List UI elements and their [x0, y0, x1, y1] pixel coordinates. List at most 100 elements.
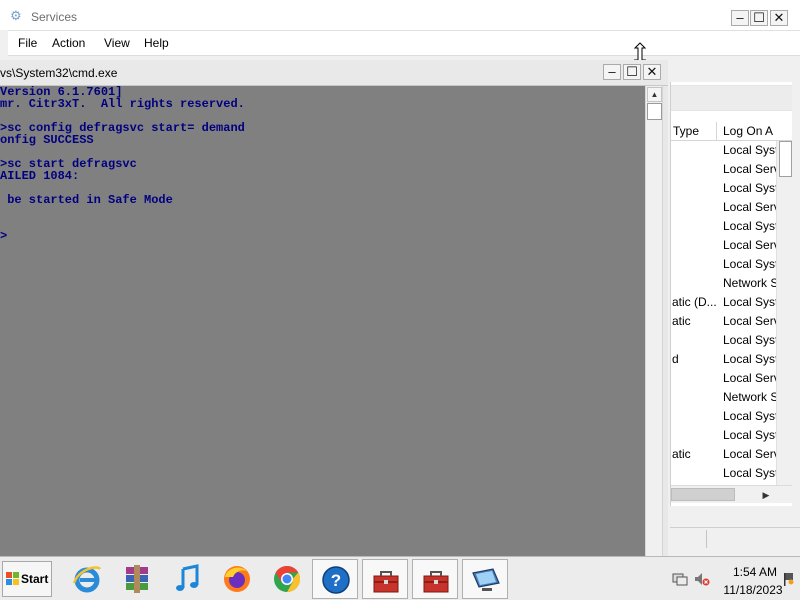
console-line: onfig SUCCESS: [0, 133, 94, 147]
toolbox-icon: [373, 571, 399, 593]
minimize-button[interactable]: –: [731, 10, 749, 26]
menu-bar: File Action View Help: [8, 30, 800, 56]
firefox-icon: [224, 566, 250, 592]
table-row[interactable]: Local Syst: [671, 255, 779, 274]
cell-log-on-as: Local Syst: [723, 257, 779, 271]
system-tray: 1:54 AM 11/18/2023: [664, 559, 800, 599]
cell-log-on-as: Local Serv: [723, 314, 779, 328]
taskbar-internet-explorer[interactable]: [64, 559, 110, 599]
table-row[interactable]: Local Syst: [671, 464, 779, 483]
status-divider: [706, 530, 707, 548]
table-row[interactable]: Local Serv: [671, 160, 779, 179]
table-row[interactable]: atic Local Serv: [671, 312, 779, 331]
services-titlebar[interactable]: ⚙ Services – ☐ ✕: [0, 0, 800, 30]
taskbar-toolbox-1[interactable]: [362, 559, 408, 599]
table-row[interactable]: Network S: [671, 388, 779, 407]
cell-startup-type: d: [672, 352, 679, 366]
itunes-icon: [176, 564, 199, 591]
console-line: be started in Safe Mode: [0, 193, 173, 207]
cell-log-on-as: Local Serv: [723, 238, 779, 252]
action-center-flag-icon[interactable]: [782, 571, 796, 587]
start-button[interactable]: Start: [2, 561, 52, 597]
taskbar-chrome[interactable]: [264, 559, 310, 599]
menu-help[interactable]: Help: [144, 36, 169, 50]
scroll-right-icon[interactable]: ▶: [759, 488, 773, 502]
horizontal-scrollbar[interactable]: ▶: [671, 485, 792, 503]
maximize-button[interactable]: ☐: [750, 10, 768, 26]
taskbar-firefox[interactable]: [214, 559, 260, 599]
cell-log-on-as: Local Syst: [723, 219, 779, 233]
table-row[interactable]: Local Syst: [671, 426, 779, 445]
menu-file[interactable]: File: [18, 36, 37, 50]
cell-log-on-as: Local Syst: [723, 428, 779, 442]
console-line: AILED 1084:: [0, 169, 80, 183]
cmd-window: vs\System32\cmd.exe – ☐ ✕ Version 6.1.76…: [0, 60, 668, 556]
window-border: [662, 86, 668, 556]
status-bar: [670, 527, 800, 551]
console-line: >: [0, 229, 8, 243]
close-button[interactable]: ✕: [643, 64, 661, 80]
svg-text:?: ?: [331, 571, 341, 590]
table-row[interactable]: atic Local Serv: [671, 445, 779, 464]
cell-log-on-as: Local Syst: [723, 466, 779, 480]
maximize-button[interactable]: ☐: [623, 64, 641, 80]
table-row[interactable]: Local Serv: [671, 236, 779, 255]
table-row[interactable]: Local Syst: [671, 407, 779, 426]
minimize-button[interactable]: –: [603, 64, 621, 80]
vertical-scrollbar[interactable]: [776, 141, 792, 485]
column-header-log-on-as[interactable]: Log On A: [718, 122, 778, 141]
table-row[interactable]: Local Syst: [671, 331, 779, 350]
table-row[interactable]: d Local Syst: [671, 350, 779, 369]
cell-log-on-as: Local Syst: [723, 181, 779, 195]
table-row[interactable]: Local Serv: [671, 369, 779, 388]
clock-time[interactable]: 1:54 AM: [724, 565, 786, 579]
table-row[interactable]: Local Syst: [671, 179, 779, 198]
gear-icon: ⚙: [10, 8, 22, 23]
scroll-up-icon[interactable]: ▲: [647, 87, 662, 102]
scrollbar-thumb[interactable]: [647, 103, 662, 120]
cell-log-on-as: Local Syst: [723, 143, 779, 157]
cell-log-on-as: Local Serv: [723, 447, 779, 461]
services-list-pane: Type Log On A Local Syst Local Serv Local …: [670, 82, 792, 506]
taskbar-help[interactable]: ?: [312, 559, 358, 599]
vertical-scrollbar[interactable]: ▲: [645, 86, 662, 556]
table-row[interactable]: Local Syst: [671, 217, 779, 236]
taskbar-winrar[interactable]: [114, 559, 160, 599]
cell-startup-type: atic (D...: [672, 295, 717, 309]
cell-log-on-as: Local Syst: [723, 295, 779, 309]
taskbar-monitor[interactable]: [462, 559, 508, 599]
windows-logo-icon: [6, 572, 19, 585]
cmd-titlebar[interactable]: vs\System32\cmd.exe – ☐ ✕: [0, 60, 668, 86]
table-row[interactable]: Local Serv: [671, 198, 779, 217]
winrar-icon: [126, 565, 148, 593]
pane-header-strip: [671, 85, 792, 111]
menu-action[interactable]: Action: [52, 36, 85, 50]
cell-startup-type: atic: [672, 314, 691, 328]
table-row[interactable]: Network S: [671, 274, 779, 293]
scrollbar-thumb[interactable]: [671, 488, 735, 501]
console-output[interactable]: Version 6.1.7601] mr. Citr3xT. All rights…: [0, 86, 645, 556]
taskbar: Start ? 1:54 AM 11/18/2023: [0, 556, 800, 600]
cell-log-on-as: Local Syst: [723, 409, 779, 423]
cmd-title: vs\System32\cmd.exe: [0, 66, 118, 80]
close-button[interactable]: ✕: [770, 10, 788, 26]
monitor-icon: [472, 568, 500, 591]
table-row[interactable]: Local Syst: [671, 141, 779, 160]
help-icon: ?: [322, 566, 350, 594]
taskbar-toolbox-2[interactable]: [412, 559, 458, 599]
menu-view[interactable]: View: [104, 36, 130, 50]
network-icon[interactable]: [672, 571, 688, 587]
internet-explorer-icon: [72, 566, 101, 593]
scrollbar-thumb[interactable]: [779, 141, 792, 177]
cell-log-on-as: Local Syst: [723, 333, 779, 347]
table-row[interactable]: atic (D... Local Syst: [671, 293, 779, 312]
clock-date[interactable]: 11/18/2023: [716, 583, 790, 597]
toolbox-icon: [423, 571, 449, 593]
cell-log-on-as: Network S: [723, 276, 779, 290]
start-label: Start: [21, 572, 49, 586]
console-line: mr. Citr3xT. All rights reserved.: [0, 97, 245, 111]
volume-muted-icon[interactable]: [694, 571, 710, 587]
column-header-startup-type[interactable]: Type: [671, 122, 717, 141]
taskbar-itunes[interactable]: [164, 559, 210, 599]
